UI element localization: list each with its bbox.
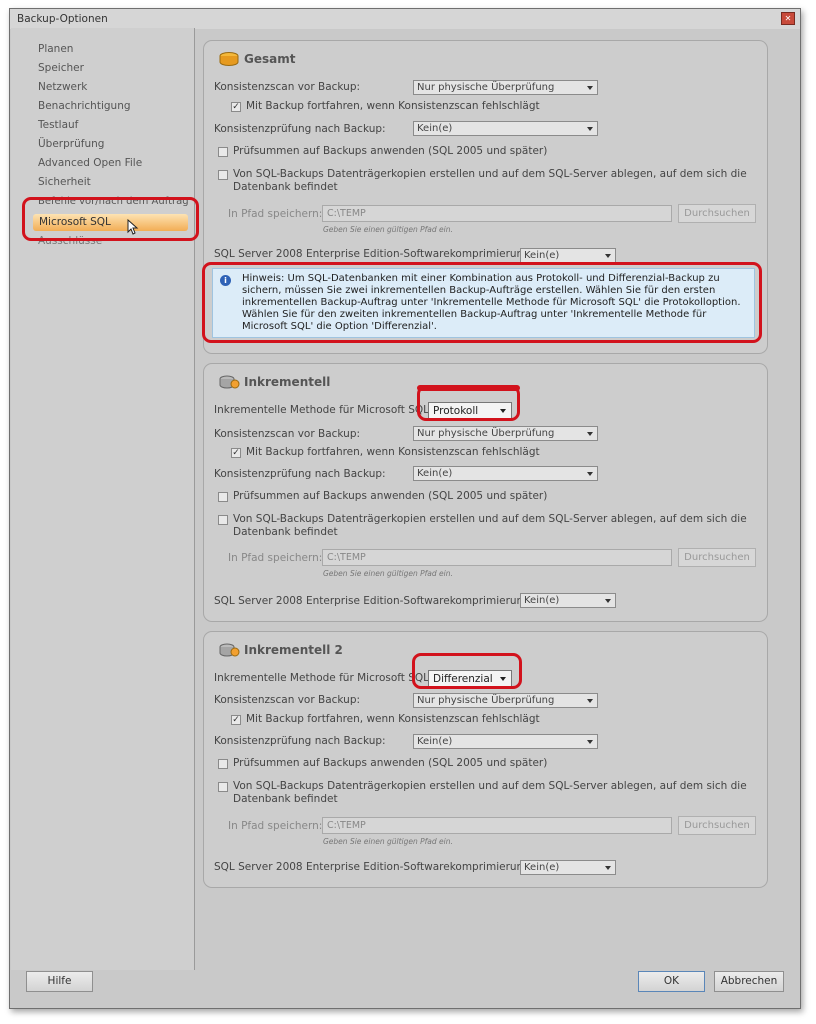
database-icon: [219, 52, 239, 66]
incremental-method-label-2: Inkrementelle Methode für Microsoft SQL:: [214, 672, 433, 684]
consistency-scan-value-2: Nur physische Überprüfung: [417, 428, 555, 439]
continue-checkbox[interactable]: ✓: [231, 102, 241, 112]
consistency-check-label-3: Konsistenzprüfung nach Backup:: [214, 735, 386, 747]
copy-checkbox-2[interactable]: [218, 515, 228, 525]
checksum-label: Prüfsummen auf Backups anwenden (SQL 200…: [233, 145, 548, 157]
group-title-gesamt: Gesamt: [244, 52, 296, 66]
highlight-frame-method-2: [412, 653, 522, 689]
compression-value-2: Kein(e): [524, 595, 560, 606]
consistency-check-value-2: Kein(e): [417, 468, 453, 479]
highlight-frame-sidebar: [22, 197, 199, 241]
consistency-scan-select-3[interactable]: Nur physische Überprüfung: [413, 693, 598, 708]
compression-value: Kein(e): [524, 250, 560, 261]
title-bar: Backup-Optionen ✕: [10, 9, 800, 29]
consistency-check-label-2: Konsistenzprüfung nach Backup:: [214, 468, 386, 480]
group-title-inkrementell: Inkrementell: [244, 375, 331, 389]
path-input-2[interactable]: C:\TEMP: [322, 549, 672, 566]
consistency-check-value-3: Kein(e): [417, 736, 453, 747]
consistency-scan-value: Nur physische Überprüfung: [417, 82, 555, 93]
highlight-frame-method-1-box: [417, 385, 520, 421]
continue-checkbox-3[interactable]: ✓: [231, 715, 241, 725]
copy-label-line2: Datenbank befindet: [233, 181, 338, 193]
chevron-down-icon: [587, 432, 593, 436]
compression-value-3: Kein(e): [524, 862, 560, 873]
window-title: Backup-Optionen: [17, 13, 108, 25]
checksum-checkbox-3[interactable]: [218, 759, 228, 769]
copy-label-3: Von SQL-Backups Datenträgerkopien erstel…: [233, 780, 747, 792]
chevron-down-icon: [587, 127, 593, 131]
compression-label-3: SQL Server 2008 Enterprise Edition-Softw…: [214, 861, 530, 873]
chevron-down-icon: [587, 472, 593, 476]
sidebar-item-sicherheit[interactable]: Sicherheit: [38, 174, 91, 190]
browse-button-3[interactable]: Durchsuchen: [678, 816, 756, 835]
sidebar-item-ueberpruefung[interactable]: Überprüfung: [38, 136, 104, 152]
path-input-3[interactable]: C:\TEMP: [322, 817, 672, 834]
copy-checkbox[interactable]: [218, 170, 228, 180]
path-input[interactable]: C:\TEMP: [322, 205, 672, 222]
continue-label: Mit Backup fortfahren, wenn Konsistenzsc…: [246, 100, 540, 112]
highlight-frame-note: [202, 262, 762, 343]
path-label-2: In Pfad speichern:: [228, 552, 323, 564]
copy-checkbox-3[interactable]: [218, 782, 228, 792]
consistency-scan-select[interactable]: Nur physische Überprüfung: [413, 80, 598, 95]
compression-label: SQL Server 2008 Enterprise Edition-Softw…: [214, 248, 530, 260]
copy-label-3-line2: Datenbank befindet: [233, 793, 338, 805]
consistency-check-select-2[interactable]: Kein(e): [413, 466, 598, 481]
chevron-down-icon: [587, 86, 593, 90]
consistency-check-select[interactable]: Kein(e): [413, 121, 598, 136]
chevron-down-icon: [587, 740, 593, 744]
consistency-scan-label-3: Konsistenzscan vor Backup:: [214, 694, 361, 706]
checksum-label-2: Prüfsummen auf Backups anwenden (SQL 200…: [233, 490, 548, 502]
consistency-check-select-3[interactable]: Kein(e): [413, 734, 598, 749]
sidebar-item-testlauf[interactable]: Testlauf: [38, 117, 78, 133]
chevron-down-icon: [605, 866, 611, 870]
continue-label-3: Mit Backup fortfahren, wenn Konsistenzsc…: [246, 713, 540, 725]
copy-label-2: Von SQL-Backups Datenträgerkopien erstel…: [233, 513, 747, 525]
consistency-scan-select-2[interactable]: Nur physische Überprüfung: [413, 426, 598, 441]
compression-label-2: SQL Server 2008 Enterprise Edition-Softw…: [214, 595, 530, 607]
copy-label-2-line2: Datenbank befindet: [233, 526, 338, 538]
ok-button[interactable]: OK: [638, 971, 705, 992]
sidebar-item-planen[interactable]: Planen: [38, 41, 73, 57]
cancel-button[interactable]: Abbrechen: [714, 971, 784, 992]
continue-checkbox-2[interactable]: ✓: [231, 448, 241, 458]
browse-button[interactable]: Durchsuchen: [678, 204, 756, 223]
sidebar-item-advanced-open-file[interactable]: Advanced Open File: [38, 155, 142, 171]
path-label-3: In Pfad speichern:: [228, 820, 323, 832]
sidebar-item-speicher[interactable]: Speicher: [38, 60, 84, 76]
sidebar-item-netzwerk[interactable]: Netzwerk: [38, 79, 87, 95]
consistency-check-value: Kein(e): [417, 123, 453, 134]
copy-label: Von SQL-Backups Datenträgerkopien erstel…: [233, 168, 747, 180]
consistency-scan-label-2: Konsistenzscan vor Backup:: [214, 428, 361, 440]
path-hint: Geben Sie einen gültigen Pfad ein.: [323, 225, 453, 234]
compression-select[interactable]: Kein(e): [520, 248, 616, 263]
sidebar-item-benachrichtigung[interactable]: Benachrichtigung: [38, 98, 131, 114]
incremental-method-label: Inkrementelle Methode für Microsoft SQL:: [214, 404, 433, 416]
path-hint-3: Geben Sie einen gültigen Pfad ein.: [323, 837, 453, 846]
help-button[interactable]: Hilfe: [26, 971, 93, 992]
browse-button-2[interactable]: Durchsuchen: [678, 548, 756, 567]
mouse-cursor-icon: [127, 219, 139, 235]
checksum-checkbox-2[interactable]: [218, 492, 228, 502]
path-label: In Pfad speichern:: [228, 208, 323, 220]
chevron-down-icon: [605, 599, 611, 603]
database-incremental-icon: [219, 643, 240, 657]
compression-select-3[interactable]: Kein(e): [520, 860, 616, 875]
group-title-inkrementell-2: Inkrementell 2: [244, 643, 343, 657]
consistency-scan-value-3: Nur physische Überprüfung: [417, 695, 555, 706]
path-hint-2: Geben Sie einen gültigen Pfad ein.: [323, 569, 453, 578]
continue-label-2: Mit Backup fortfahren, wenn Konsistenzsc…: [246, 446, 540, 458]
close-icon[interactable]: ✕: [781, 12, 795, 25]
checksum-label-3: Prüfsummen auf Backups anwenden (SQL 200…: [233, 757, 548, 769]
consistency-check-label: Konsistenzprüfung nach Backup:: [214, 123, 386, 135]
compression-select-2[interactable]: Kein(e): [520, 593, 616, 608]
database-incremental-icon: [219, 375, 240, 389]
chevron-down-icon: [605, 254, 611, 258]
chevron-down-icon: [587, 699, 593, 703]
consistency-scan-label: Konsistenzscan vor Backup:: [214, 81, 361, 93]
checksum-checkbox[interactable]: [218, 147, 228, 157]
